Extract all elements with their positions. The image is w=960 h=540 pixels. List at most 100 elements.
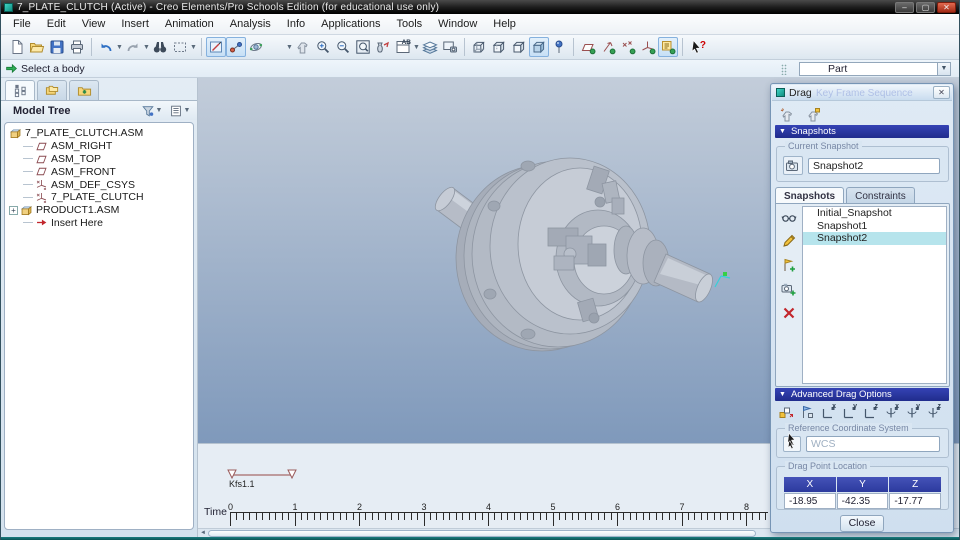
- snapshot-flag-button[interactable]: [798, 403, 816, 420]
- new-snapshot-button[interactable]: [780, 280, 799, 297]
- tree-settings-button[interactable]: ▼: [169, 101, 191, 121]
- menu-analysis[interactable]: Analysis: [222, 16, 279, 32]
- translate-y-button[interactable]: y: [840, 403, 858, 420]
- undo-button[interactable]: [96, 37, 116, 57]
- zoom-in-button[interactable]: [313, 37, 333, 57]
- spin-center-button[interactable]: [226, 37, 246, 57]
- rotate-x-button[interactable]: x: [882, 403, 900, 420]
- tab-snapshots[interactable]: Snapshots: [775, 187, 845, 204]
- menu-applications[interactable]: Applications: [313, 16, 388, 32]
- take-snapshot-button[interactable]: [783, 156, 803, 175]
- mode-combobox-arrow[interactable]: ▼: [937, 63, 950, 75]
- menu-edit[interactable]: Edit: [39, 16, 74, 32]
- tree-filter-dropdown[interactable]: ▼: [155, 101, 163, 121]
- point-drag-button[interactable]: [777, 105, 797, 124]
- find-button[interactable]: [150, 37, 170, 57]
- no-hidden-button[interactable]: [509, 37, 529, 57]
- redo-dropdown[interactable]: ▼: [143, 37, 150, 57]
- close-button[interactable]: ✕: [937, 1, 956, 13]
- save-button[interactable]: [47, 37, 67, 57]
- view-manager-button[interactable]: [440, 37, 460, 57]
- annotation-display-toggle[interactable]: [658, 37, 678, 57]
- update-snapshot-button[interactable]: [780, 256, 799, 273]
- mode-combobox[interactable]: Part ▼: [799, 62, 951, 76]
- tree-row-asm-def-csys[interactable]: ASM_DEF_CSYS: [9, 178, 193, 191]
- repaint-button[interactable]: [206, 37, 226, 57]
- layers-button[interactable]: [420, 37, 440, 57]
- rotate-y-button[interactable]: y: [903, 403, 921, 420]
- reorient-button[interactable]: [373, 37, 393, 57]
- tab-model-tree[interactable]: [5, 80, 35, 100]
- print-button[interactable]: [67, 37, 87, 57]
- reference-cs-field[interactable]: WCS: [806, 436, 940, 452]
- tab-constraints[interactable]: Constraints: [846, 187, 915, 204]
- menu-help[interactable]: Help: [485, 16, 524, 32]
- minimize-button[interactable]: –: [895, 1, 914, 13]
- toolbar-gripper[interactable]: [781, 64, 787, 75]
- select-dropdown[interactable]: ▼: [190, 37, 197, 57]
- saved-views-dropdown[interactable]: ▼: [413, 37, 420, 57]
- translate-x-button[interactable]: x: [819, 403, 837, 420]
- snapshot-item-2-selected[interactable]: Snapshot2: [803, 232, 946, 245]
- package-move-button[interactable]: [777, 403, 795, 420]
- orient-mode-button[interactable]: [246, 37, 266, 57]
- select-box-button[interactable]: [170, 37, 190, 57]
- drag-dialog-titlebar[interactable]: Drag Key Frame Sequence: [772, 85, 952, 101]
- axis-display-toggle[interactable]: [598, 37, 618, 57]
- refit-button[interactable]: [353, 37, 373, 57]
- snapshots-section-header[interactable]: ▼ Snapshots: [775, 125, 949, 138]
- edit-snapshot-button[interactable]: [780, 232, 799, 249]
- drag-dialog-close-action-button[interactable]: Close: [840, 515, 884, 532]
- time-ruler[interactable]: 012345678: [228, 502, 768, 528]
- tree-row-asm-top[interactable]: ASM_TOP: [9, 153, 193, 166]
- plane-display-toggle[interactable]: [578, 37, 598, 57]
- tree-settings-dropdown[interactable]: ▼: [183, 101, 191, 121]
- menu-tools[interactable]: Tools: [388, 16, 430, 32]
- zoom-out-button[interactable]: [333, 37, 353, 57]
- menu-info[interactable]: Info: [279, 16, 313, 32]
- preview-snapshot-button[interactable]: [780, 208, 799, 225]
- menu-insert[interactable]: Insert: [113, 16, 157, 32]
- menu-window[interactable]: Window: [430, 16, 485, 32]
- keyframe-track[interactable]: Kfs1.1: [226, 468, 346, 494]
- new-file-button[interactable]: [7, 37, 27, 57]
- open-button[interactable]: [27, 37, 47, 57]
- drag-view-button[interactable]: [293, 37, 313, 57]
- menu-animation[interactable]: Animation: [157, 16, 222, 32]
- tree-filter-button[interactable]: ▼: [141, 101, 163, 121]
- context-help-button[interactable]: ?: [687, 37, 707, 57]
- advanced-options-header[interactable]: ▼ Advanced Drag Options: [775, 388, 949, 401]
- tree-row-insert-here[interactable]: Insert Here: [9, 217, 193, 230]
- undo-dropdown[interactable]: ▼: [116, 37, 123, 57]
- tree-row-root[interactable]: 7_PLATE_CLUTCH.ASM: [9, 127, 193, 140]
- shaded-view-button[interactable]: [266, 37, 286, 57]
- menu-view[interactable]: View: [74, 16, 114, 32]
- hidden-line-button[interactable]: [489, 37, 509, 57]
- tab-folder-browser[interactable]: [37, 80, 67, 100]
- current-snapshot-field[interactable]: Snapshot2: [808, 157, 940, 174]
- tree-row-product1[interactable]: + PRODUCT1.ASM: [9, 204, 193, 217]
- tab-favorites[interactable]: [69, 80, 99, 100]
- restore-button[interactable]: ▢: [916, 1, 935, 13]
- translate-z-button[interactable]: z: [861, 403, 879, 420]
- snapshot-item-initial[interactable]: Initial_Snapshot: [803, 207, 946, 220]
- rotate-z-button[interactable]: z: [924, 403, 942, 420]
- shaded-view-dropdown[interactable]: ▼: [286, 37, 293, 57]
- tree-row-asm-right[interactable]: ASM_RIGHT: [9, 140, 193, 153]
- point-display-toggle[interactable]: [618, 37, 638, 57]
- csys-display-toggle[interactable]: [638, 37, 658, 57]
- delete-snapshot-button[interactable]: [780, 304, 799, 321]
- redo-button[interactable]: [123, 37, 143, 57]
- expand-toggle[interactable]: +: [9, 205, 18, 215]
- shading-button[interactable]: [529, 37, 549, 57]
- datum-point-button[interactable]: [549, 37, 569, 57]
- snapshot-item-1[interactable]: Snapshot1: [803, 220, 946, 233]
- tree-row-csys-clutch[interactable]: 7_PLATE_CLUTCH: [9, 191, 193, 204]
- scrollbar-thumb[interactable]: [208, 529, 756, 537]
- saved-views-button[interactable]: AB: [393, 37, 413, 57]
- drag-dialog-close-button[interactable]: ✕: [933, 85, 950, 99]
- tree-row-asm-front[interactable]: ASM_FRONT: [9, 165, 193, 178]
- menu-file[interactable]: File: [5, 16, 39, 32]
- wireframe-button[interactable]: [469, 37, 489, 57]
- body-drag-button[interactable]: [803, 105, 823, 124]
